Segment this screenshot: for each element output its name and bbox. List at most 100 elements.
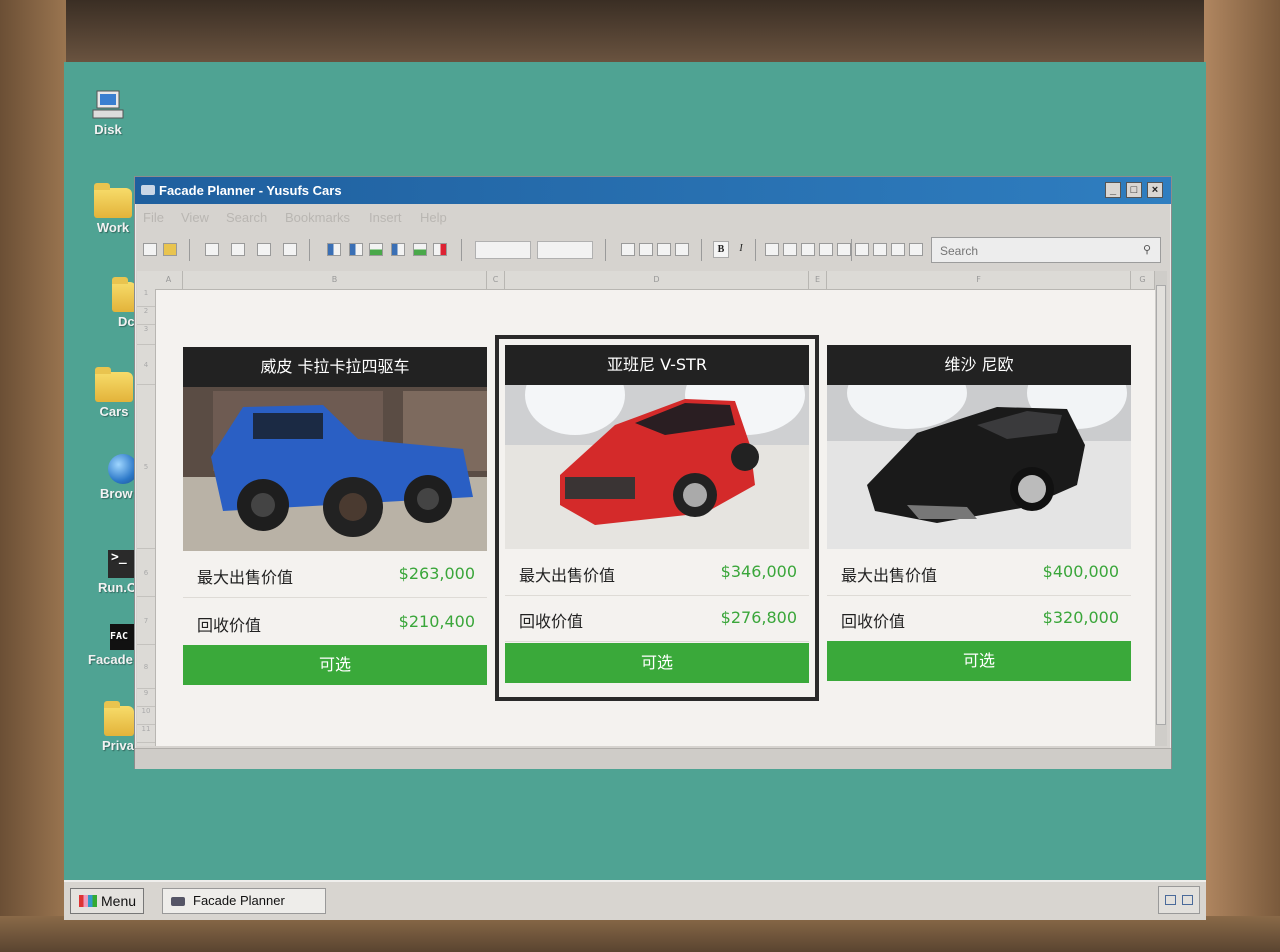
maximize-button[interactable]: □ [1126, 182, 1142, 198]
car-card-neo[interactable]: 维沙 尼欧 最大出售价值 $400,000 回收价值 $320,000 可选 [827, 345, 1131, 681]
image-icon[interactable] [257, 243, 271, 256]
window-titlebar[interactable]: Facade Planner - Yusufs Cars _ □ × [135, 177, 1171, 204]
start-menu-button[interactable]: Menu [70, 888, 144, 914]
column-width-dropdown[interactable] [537, 241, 593, 259]
row-label[interactable]: 1 [137, 289, 155, 307]
row-label[interactable]: 2 [137, 307, 155, 325]
row-label[interactable]: 3 [137, 325, 155, 345]
search-input[interactable] [938, 241, 1132, 261]
desktop-icon-facade[interactable]: FAC Facade [80, 624, 140, 667]
menu-search[interactable]: Search [226, 210, 267, 225]
desktop-icon-label: Cars [99, 404, 129, 419]
row-label[interactable]: 8 [137, 645, 155, 689]
align-justify-icon[interactable] [837, 243, 851, 256]
column-label[interactable]: D [505, 271, 809, 289]
merge-cells-icon[interactable] [621, 243, 635, 256]
column-label[interactable]: E [809, 271, 827, 289]
max-sale-row: 最大出售价值 $400,000 [827, 549, 1131, 596]
row-label[interactable]: 11 [137, 725, 155, 743]
desktop-icon-disk[interactable]: Disk [68, 90, 148, 137]
trade-in-row: 回收价值 $320,000 [827, 595, 1131, 642]
page-icon[interactable] [205, 243, 219, 256]
system-tray [1158, 886, 1200, 914]
italic-button[interactable]: I [733, 241, 749, 258]
toolbar: B I ⚲ [135, 229, 1171, 269]
max-sale-row: 最大出售价值 $263,000 [183, 551, 487, 598]
column-label[interactable]: G [1131, 271, 1155, 289]
add-row-icon[interactable] [413, 243, 427, 256]
vertical-scrollbar[interactable] [1155, 271, 1167, 746]
insert-column-left-icon[interactable] [327, 243, 341, 256]
column-label[interactable]: C [487, 271, 505, 289]
desktop-icon-browser[interactable]: Brow [82, 454, 142, 501]
merge-vertical-icon[interactable] [675, 243, 689, 256]
desktop-icon-label: Work [96, 220, 130, 235]
toolbar-divider [755, 239, 756, 261]
display-icon[interactable] [1182, 895, 1193, 905]
align-center-icon[interactable] [801, 243, 815, 256]
desktop-icon-label: Brow [100, 486, 133, 501]
start-menu-icon [79, 895, 97, 907]
status-bar [135, 748, 1171, 769]
max-sale-label: 最大出售价值 [519, 566, 616, 585]
insert-row-above-icon[interactable] [391, 243, 405, 256]
menu-insert[interactable]: Insert [369, 210, 402, 225]
menu-help[interactable]: Help [420, 210, 447, 225]
text-center-icon[interactable] [873, 243, 887, 256]
trade-in-row: 回收价值 $210,400 [183, 599, 487, 646]
menu-view[interactable]: View [181, 210, 209, 225]
window-title: Facade Planner - Yusufs Cars [159, 183, 342, 198]
new-icon[interactable] [143, 243, 157, 256]
trade-in-row: 回收价值 $276,800 [505, 595, 809, 642]
column-label[interactable]: B [183, 271, 487, 289]
copy-icon[interactable] [231, 243, 245, 256]
split-cells-icon[interactable] [639, 243, 653, 256]
align-right-icon[interactable] [819, 243, 833, 256]
car-card-kalahari[interactable]: 威皮 卡拉卡拉四驱车 最大出售价值 $263,000 回收价值 $210,400… [183, 347, 487, 685]
available-button[interactable]: 可选 [505, 643, 809, 683]
delete-row-icon[interactable] [433, 243, 447, 256]
row-label[interactable]: 4 [137, 345, 155, 385]
trade-in-value: $276,800 [720, 608, 797, 627]
text-left-icon[interactable] [855, 243, 869, 256]
folder-icon [112, 277, 136, 312]
row-height-dropdown[interactable] [475, 241, 531, 259]
text-right-icon[interactable] [891, 243, 905, 256]
car-photo [827, 385, 1131, 549]
car-card-v-str[interactable]: 亚班尼 V-STR 最大出售价值 $346,000 回收价值 $276,800 [505, 345, 809, 683]
taskbar-item-facade-planner[interactable]: Facade Planner [162, 888, 326, 914]
network-icon[interactable] [1165, 895, 1176, 905]
available-button[interactable]: 可选 [827, 641, 1131, 681]
save-icon[interactable] [163, 243, 177, 256]
row-label[interactable]: 10 [137, 707, 155, 725]
column-label[interactable]: A [155, 271, 183, 289]
row-label[interactable]: 5 [137, 385, 155, 549]
menu-file[interactable]: File [143, 210, 164, 225]
menu-bookmarks[interactable]: Bookmarks [285, 210, 350, 225]
available-button[interactable]: 可选 [183, 645, 487, 685]
spreadsheet: A B C D E F G 1 2 3 4 5 6 7 8 9 10 11 威皮… [137, 271, 1155, 746]
bold-button[interactable]: B [713, 241, 729, 258]
search-icon[interactable]: ⚲ [1143, 244, 1155, 256]
toolbar-divider [605, 239, 606, 261]
row-label[interactable]: 7 [137, 597, 155, 645]
minimize-button[interactable]: _ [1105, 182, 1121, 198]
column-label[interactable]: F [827, 271, 1131, 289]
computer-icon [92, 90, 124, 119]
border-icon[interactable] [765, 243, 779, 256]
text-wrap-icon[interactable] [909, 243, 923, 256]
scrollbar-thumb[interactable] [1156, 285, 1166, 725]
desktop-icon-label: Run.C [98, 580, 137, 595]
desktop-icon-run[interactable]: >_ Run.C [90, 550, 140, 595]
row-label[interactable]: 9 [137, 689, 155, 707]
car-photo [505, 385, 809, 549]
max-sale-value: $346,000 [720, 562, 797, 581]
merge-horizontal-icon[interactable] [657, 243, 671, 256]
row-label[interactable]: 6 [137, 549, 155, 597]
add-column-icon[interactable] [369, 243, 383, 256]
folder-icon [104, 701, 134, 736]
insert-column-right-icon[interactable] [349, 243, 363, 256]
close-button[interactable]: × [1147, 182, 1163, 198]
align-left-icon[interactable] [783, 243, 797, 256]
paste-icon[interactable] [283, 243, 297, 256]
